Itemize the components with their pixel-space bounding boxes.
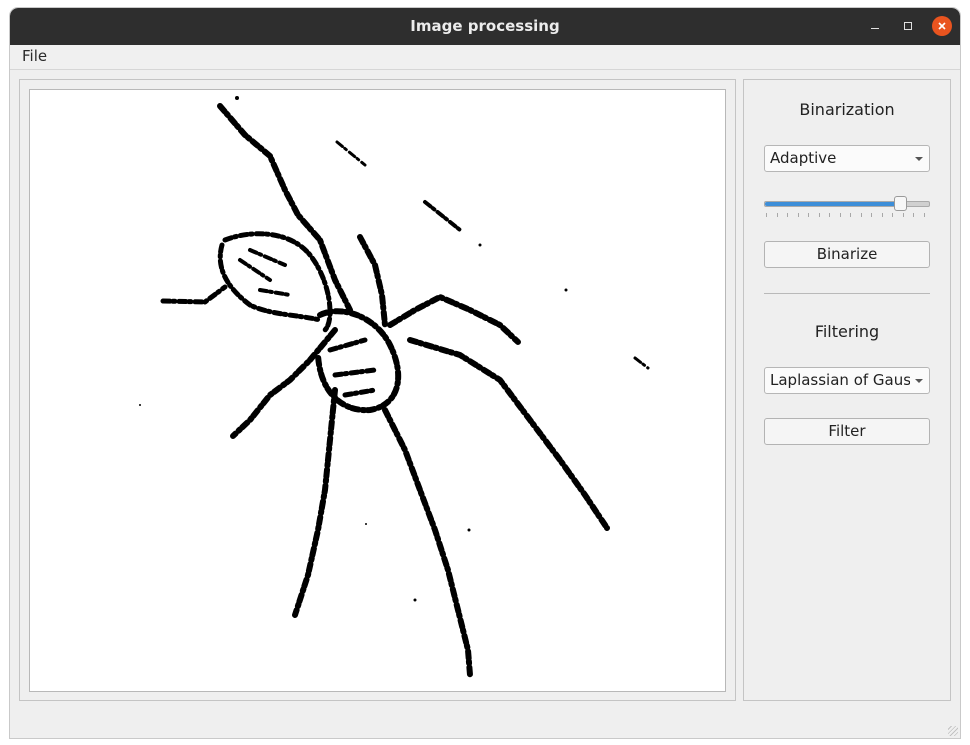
filter-button[interactable]: Filter <box>764 418 930 445</box>
binarization-method-select[interactable]: Adaptive <box>764 145 930 172</box>
title-bar[interactable]: Image processing <box>10 8 960 45</box>
slider-tick <box>881 213 883 217</box>
maximize-icon[interactable] <box>898 16 918 36</box>
chevron-down-icon <box>915 157 923 161</box>
image-viewer-frame <box>19 79 736 701</box>
slider-tick <box>913 213 915 217</box>
slider-tick <box>766 213 767 217</box>
binarize-button[interactable]: Binarize <box>764 241 930 268</box>
controls-panel: Binarization Adaptive Binarize Filtering… <box>743 79 951 701</box>
slider-tick <box>860 213 862 217</box>
slider-tick <box>797 213 799 217</box>
filtering-title: Filtering <box>814 322 880 341</box>
binarization-title: Binarization <box>799 100 895 119</box>
slider-tick <box>902 213 904 217</box>
slider-tick <box>924 213 925 217</box>
filter-method-value: Laplassian of Gauss <box>770 371 910 389</box>
filter-method-select[interactable]: Laplassian of Gauss <box>764 367 930 394</box>
menu-bar: File <box>10 45 960 70</box>
chevron-down-icon <box>915 379 923 383</box>
app-window: Image processing File Binarization Adapt… <box>10 8 960 738</box>
threshold-slider[interactable] <box>764 196 930 220</box>
slider-tick <box>808 213 810 217</box>
section-divider <box>764 293 930 294</box>
window-title: Image processing <box>410 17 560 35</box>
slider-tick <box>839 213 841 217</box>
slider-tick <box>818 213 820 217</box>
slider-tick <box>787 213 789 217</box>
slider-tick <box>871 213 873 217</box>
image-canvas <box>29 89 726 692</box>
close-x-glyph <box>938 22 946 30</box>
menu-file[interactable]: File <box>20 47 49 65</box>
slider-handle[interactable] <box>894 196 908 211</box>
slider-tick <box>892 213 894 217</box>
resize-grip[interactable] <box>948 726 958 736</box>
slider-tick <box>850 213 852 217</box>
close-icon[interactable] <box>932 16 952 36</box>
minimize-icon[interactable] <box>865 16 885 36</box>
slider-tick <box>776 213 778 217</box>
slider-fill <box>765 202 902 206</box>
binarization-method-value: Adaptive <box>770 149 837 167</box>
binarized-spider-image <box>139 96 650 678</box>
slider-ticks <box>766 213 925 217</box>
slider-tick <box>829 213 831 217</box>
